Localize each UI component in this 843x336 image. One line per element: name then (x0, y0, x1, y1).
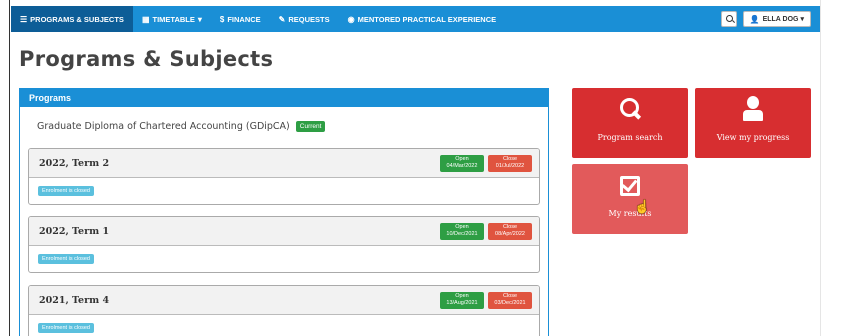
user-name: ELLA DOG (762, 15, 799, 23)
dollar-icon: $ (219, 14, 225, 24)
hand-cursor-icon: ☝ (634, 199, 651, 214)
open-date: 04/Mar/2022 (446, 163, 478, 169)
eye-icon: ◉ (347, 14, 355, 24)
term-card-header[interactable]: 2022, Term 1 Open 10/Dec/2021 Close 08/A… (29, 217, 539, 246)
close-label: Close (502, 293, 518, 299)
close-date: 08/Apr/2022 (495, 231, 525, 237)
nav-timetable[interactable]: ▦ Timetable ▾ (133, 6, 211, 32)
nav-programs-subjects-label: Programs & Subjects (30, 14, 124, 24)
close-date: 03/Dec/2021 (494, 300, 526, 306)
chevron-down-icon: ▾ (197, 14, 202, 24)
search-button[interactable] (720, 11, 737, 27)
user-icon (742, 96, 764, 122)
close-date-badge: Close 01/Jul/2022 (488, 155, 532, 172)
term-card-header[interactable]: 2022, Term 2 Open 04/Mar/2022 Close 01/J… (29, 149, 539, 178)
enrolment-status-badge: Enrolment is closed (38, 323, 94, 333)
view-my-progress-tile[interactable]: View my progress (695, 88, 811, 158)
open-label: Open (455, 293, 469, 299)
program-search-label: Program search (597, 133, 663, 142)
term-title: 2022, Term 1 (39, 225, 110, 237)
user-icon: 👤 (749, 14, 760, 24)
term-card: 2022, Term 1 Open 10/Dec/2021 Close 08/A… (28, 216, 540, 273)
nav-finance-label: Finance (227, 14, 261, 24)
window-frame-left (0, 0, 10, 336)
programs-panel: Programs Graduate Diploma of Chartered A… (19, 88, 549, 336)
term-title: 2022, Term 2 (39, 157, 110, 169)
nav-requests-label: Requests (288, 14, 330, 24)
term-title: 2021, Term 4 (39, 294, 110, 306)
calendar-icon: ▦ (141, 14, 150, 24)
view-my-progress-label: View my progress (716, 133, 790, 142)
enrolment-status-badge: Enrolment is closed (38, 254, 94, 264)
pencil-icon: ✎ (278, 14, 286, 24)
close-date: 01/Jul/2022 (495, 163, 525, 169)
nav-mentored-practical-experience-label: Mentored Practical Experience (357, 14, 497, 24)
top-navigation-bar: ☰ Programs & Subjects ▦ Timetable ▾ $ Fi… (11, 6, 820, 32)
user-menu-button[interactable]: 👤 ELLA DOG ▾ (742, 11, 811, 27)
open-date-badge: Open 04/Mar/2022 (440, 155, 484, 172)
close-date-badge: Close 03/Dec/2021 (488, 292, 532, 309)
term-dates: Open 10/Dec/2021 Close 08/Apr/2022 (440, 223, 532, 240)
nav-requests[interactable]: ✎ Requests (270, 6, 339, 32)
close-label: Close (502, 224, 518, 230)
nav-finance[interactable]: $ Finance (211, 6, 270, 32)
program-search-tile[interactable]: Program search (572, 88, 688, 158)
open-label: Open (455, 156, 469, 162)
chevron-down-icon: ▾ (800, 16, 804, 23)
page-title: Programs & Subjects (19, 47, 274, 71)
program-name[interactable]: Graduate Diploma of Chartered Accounting… (37, 121, 290, 132)
term-dates: Open 04/Mar/2022 Close 01/Jul/2022 (440, 155, 532, 172)
my-results-tile[interactable]: My results (572, 164, 688, 234)
nav-programs-subjects[interactable]: ☰ Programs & Subjects (11, 6, 133, 32)
open-date: 10/Dec/2021 (446, 231, 478, 237)
nav-right-group: 👤 ELLA DOG ▾ (720, 11, 820, 27)
check-square-icon (620, 174, 640, 196)
window-frame-right (820, 0, 843, 336)
enrolment-status-badge: Enrolment is closed (38, 186, 94, 196)
term-card: 2021, Term 4 Open 13/Aug/2021 Close 03/D… (28, 285, 540, 336)
open-date-badge: Open 13/Aug/2021 (440, 292, 484, 309)
term-card: 2022, Term 2 Open 04/Mar/2022 Close 01/J… (28, 148, 540, 205)
status-badge: Current (295, 121, 326, 132)
list-icon: ☰ (20, 14, 28, 24)
program-row: Graduate Diploma of Chartered Accounting… (37, 121, 326, 132)
search-icon (619, 97, 641, 119)
nav-mentored-practical-experience[interactable]: ◉ Mentored Practical Experience (339, 6, 505, 32)
open-label: Open (455, 224, 469, 230)
open-date: 13/Aug/2021 (446, 300, 478, 306)
term-card-header[interactable]: 2021, Term 4 Open 13/Aug/2021 Close 03/D… (29, 286, 539, 315)
term-dates: Open 13/Aug/2021 Close 03/Dec/2021 (440, 292, 532, 309)
open-date-badge: Open 10/Dec/2021 (440, 223, 484, 240)
nav-timetable-label: Timetable (152, 14, 195, 24)
my-results-label: My results (608, 209, 652, 218)
close-date-badge: Close 08/Apr/2022 (488, 223, 532, 240)
programs-panel-heading: Programs (20, 89, 548, 107)
close-label: Close (502, 156, 518, 162)
